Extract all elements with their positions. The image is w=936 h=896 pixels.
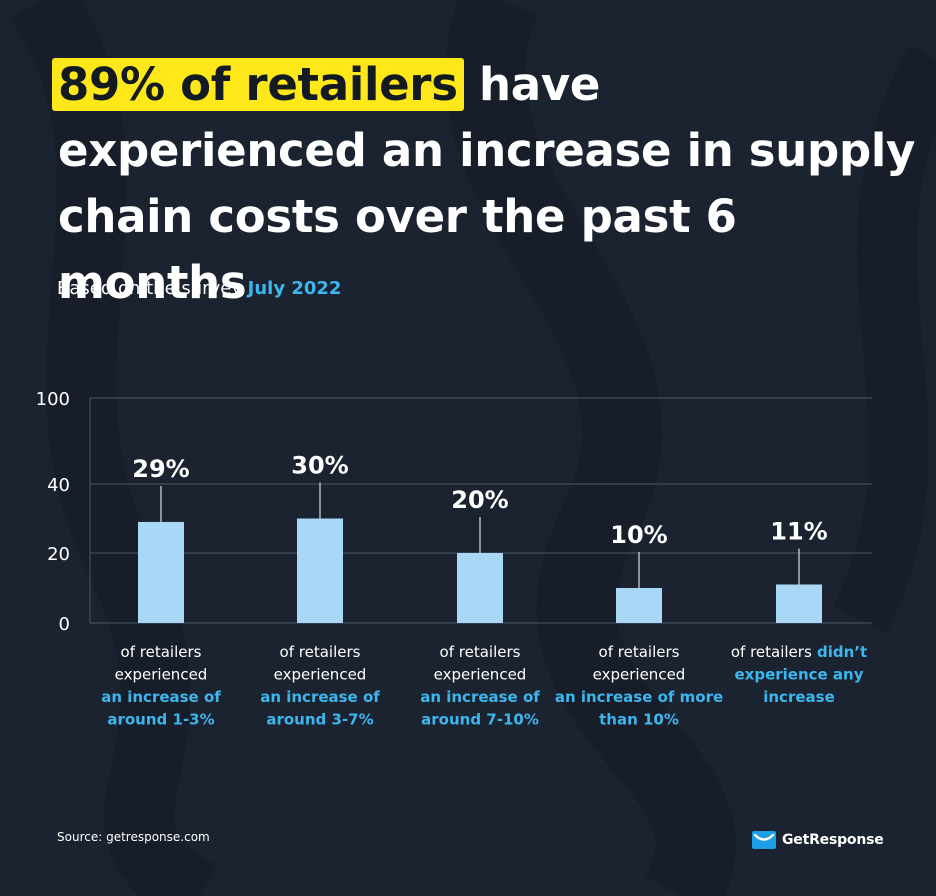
category-text: experienced bbox=[593, 666, 686, 684]
subtitle: Based on the survey July 2022 bbox=[57, 278, 341, 299]
data-label: 30% bbox=[291, 452, 348, 480]
data-label: 11% bbox=[770, 518, 827, 546]
category-label-line: experienced bbox=[274, 666, 367, 684]
category-label-line: of retailers bbox=[121, 643, 202, 661]
y-tick-label: 40 bbox=[47, 475, 70, 496]
data-label: 20% bbox=[451, 486, 508, 514]
category-accent-text: an increase of bbox=[101, 688, 221, 706]
category-accent-text: didn’t bbox=[812, 643, 867, 661]
category-label-line: of retailers bbox=[280, 643, 361, 661]
brand-logo: GetResponse bbox=[752, 829, 884, 851]
category-label-line: of retailers bbox=[440, 643, 521, 661]
y-tick-label: 100 bbox=[36, 389, 70, 410]
category-label-line: of retailers bbox=[599, 643, 680, 661]
envelope-icon bbox=[752, 831, 776, 849]
category-text: of retailers bbox=[599, 643, 680, 661]
category-label-line: an increase of bbox=[260, 688, 380, 706]
bar-2 bbox=[297, 518, 343, 623]
category-label-line: an increase of more bbox=[555, 688, 723, 706]
headline: 89% of retailers have experienced an inc… bbox=[52, 52, 918, 316]
category-label-line: increase bbox=[763, 688, 835, 706]
bar-3 bbox=[457, 553, 503, 623]
subtitle-date: July 2022 bbox=[247, 278, 342, 299]
category-accent-text: around 7-10% bbox=[421, 711, 539, 729]
subtitle-prefix: Based on the survey bbox=[57, 278, 248, 299]
bar-4 bbox=[616, 588, 662, 623]
category-accent-text: an increase of more bbox=[555, 688, 723, 706]
data-label: 10% bbox=[610, 521, 667, 549]
category-accent-text: an increase of bbox=[420, 688, 540, 706]
category-text: experienced bbox=[115, 666, 208, 684]
headline-highlight: 89% of retailers bbox=[52, 58, 464, 111]
category-label-line: experience any bbox=[734, 666, 863, 684]
category-accent-text: around 1-3% bbox=[107, 711, 214, 729]
category-label-line: around 1-3% bbox=[107, 711, 214, 729]
category-label-line: experienced bbox=[115, 666, 208, 684]
y-tick-label: 20 bbox=[47, 544, 70, 565]
category-label-line: around 3-7% bbox=[266, 711, 373, 729]
category-text: experienced bbox=[274, 666, 367, 684]
category-text: of retailers bbox=[731, 643, 812, 661]
category-label-line: an increase of bbox=[420, 688, 540, 706]
category-label-line: experienced bbox=[593, 666, 686, 684]
bar-5 bbox=[776, 584, 822, 623]
category-text: of retailers bbox=[121, 643, 202, 661]
bar-1 bbox=[138, 521, 184, 623]
category-label-line: of retailers didn’t bbox=[731, 643, 867, 661]
brand-name: GetResponse bbox=[782, 832, 884, 848]
category-accent-text: around 3-7% bbox=[266, 711, 373, 729]
bar-chart: 0 20 40 100 29% of retailers experienced an inc… bbox=[36, 389, 872, 729]
category-label-line: an increase of bbox=[101, 688, 221, 706]
category-label-line: around 7-10% bbox=[421, 711, 539, 729]
y-tick-label: 0 bbox=[59, 614, 70, 635]
category-text: of retailers bbox=[440, 643, 521, 661]
category-text: experienced bbox=[434, 666, 527, 684]
data-label: 29% bbox=[132, 455, 189, 483]
category-label-line: than 10% bbox=[599, 711, 679, 729]
category-accent-text: an increase of bbox=[260, 688, 380, 706]
category-accent-text: experience any bbox=[734, 666, 863, 684]
category-label-line: experienced bbox=[434, 666, 527, 684]
source-note: Source: getresponse.com bbox=[57, 830, 210, 844]
category-accent-text: increase bbox=[763, 688, 835, 706]
category-accent-text: than 10% bbox=[599, 711, 679, 729]
category-text: of retailers bbox=[280, 643, 361, 661]
